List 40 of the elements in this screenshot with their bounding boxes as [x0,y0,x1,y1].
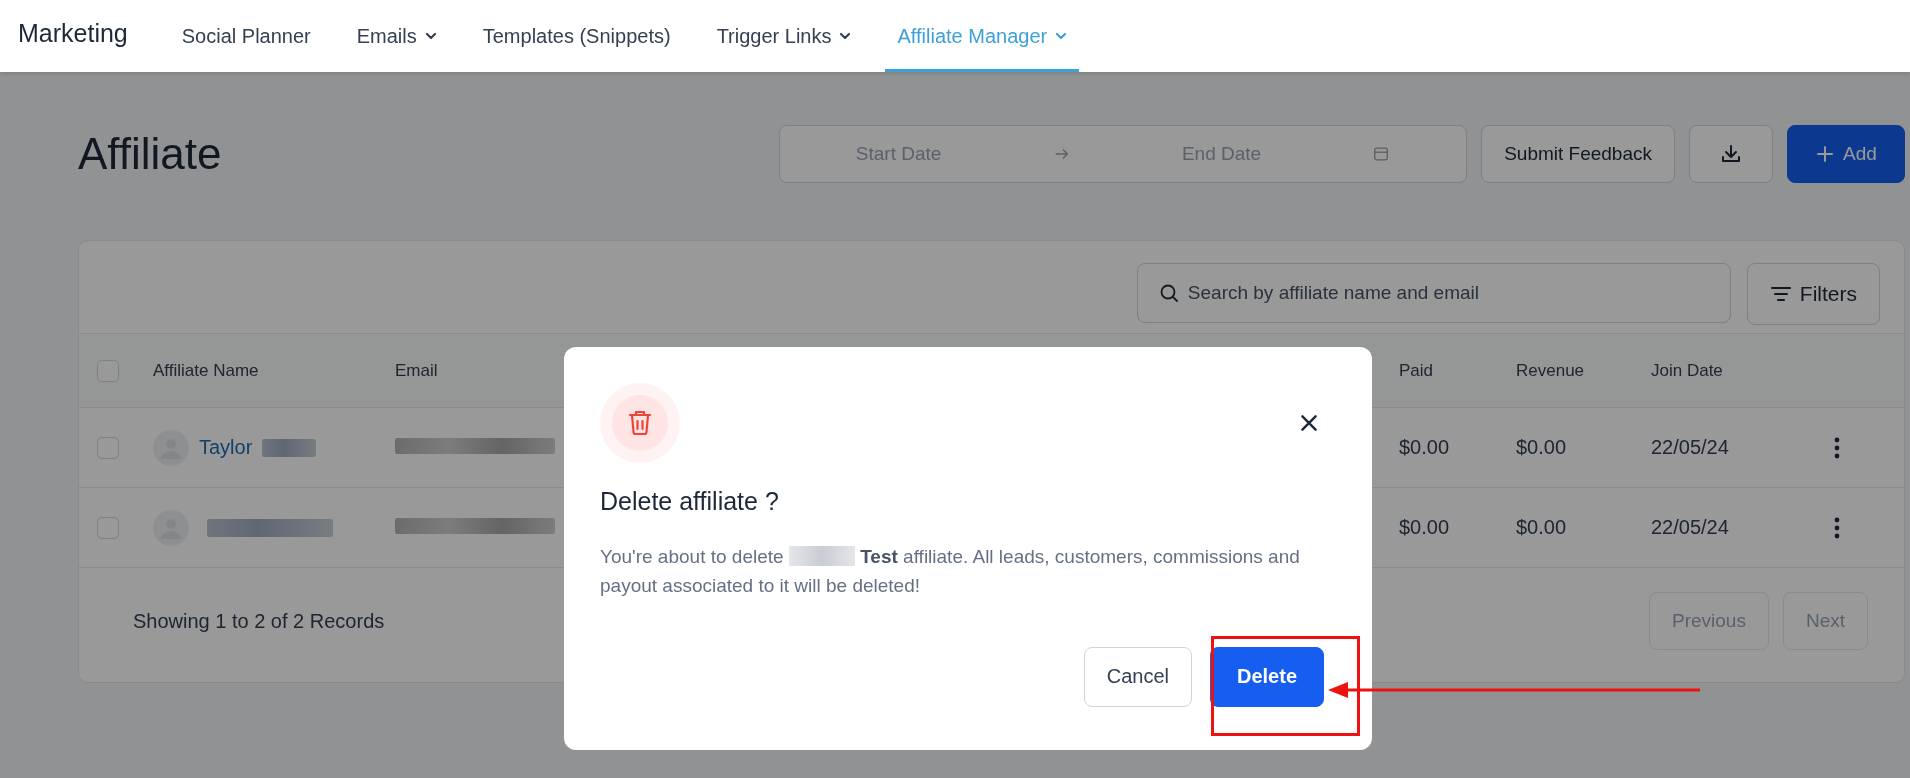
row-checkbox[interactable] [97,436,119,459]
column-header: Paid [1399,360,1435,381]
affiliate-name-link[interactable]: Taylor [199,436,253,459]
nav-tab[interactable]: Trigger Links [704,3,864,72]
search-icon [1158,283,1179,303]
filters-button[interactable]: Filters [1746,263,1880,325]
search-field[interactable]: Search by affiliate name and email [1136,263,1731,323]
plus-icon [1815,144,1836,164]
column-header: Join Date [1651,360,1724,381]
dialog-title: Delete affiliate ? [600,487,780,516]
nav-tab[interactable]: Emails [344,3,449,72]
trash-icon [600,383,680,463]
calendar-icon [1372,145,1391,163]
nav-tab[interactable]: Templates (Snippets) [470,3,683,72]
redacted-block [262,438,317,457]
app-title: Marketing [18,18,128,48]
column-header: Affiliate Name [153,360,260,381]
column-header: Email [395,360,439,381]
table-cell-text: $0.00 [1399,436,1451,459]
dialog-message: You're about to delete Test affiliate. All leads, customers, commissions and payout associated to it will be deleted! [600,545,1301,599]
table-cell-text: $0.00 [1399,516,1451,539]
column-header: Revenue [1516,360,1586,381]
download-button[interactable] [1689,125,1773,183]
table-cell-text: 22/05/24 [1651,436,1730,459]
more-options-icon[interactable] [1834,436,1840,459]
filter-icon [1769,284,1792,304]
cancel-button[interactable]: Cancel [1083,646,1192,707]
records-summary: Showing 1 to 2 of 2 Records [133,609,385,633]
delete-button[interactable]: Delete [1209,646,1324,707]
submit-feedback-button[interactable]: Submit Feedback [1481,125,1675,183]
row-checkbox[interactable] [97,516,119,539]
add-button[interactable]: Add [1787,125,1905,183]
page-title: Affiliate [78,129,222,179]
nav-tab[interactable]: Social Planner [169,3,323,72]
close-icon[interactable] [1298,412,1320,434]
more-options-icon[interactable] [1834,516,1840,539]
table-cell-text: $0.00 [1516,516,1568,539]
table-cell-text: $0.00 [1516,436,1568,459]
select-all-checkbox[interactable] [97,359,119,382]
table-cell-text: 22/05/24 [1651,516,1730,539]
